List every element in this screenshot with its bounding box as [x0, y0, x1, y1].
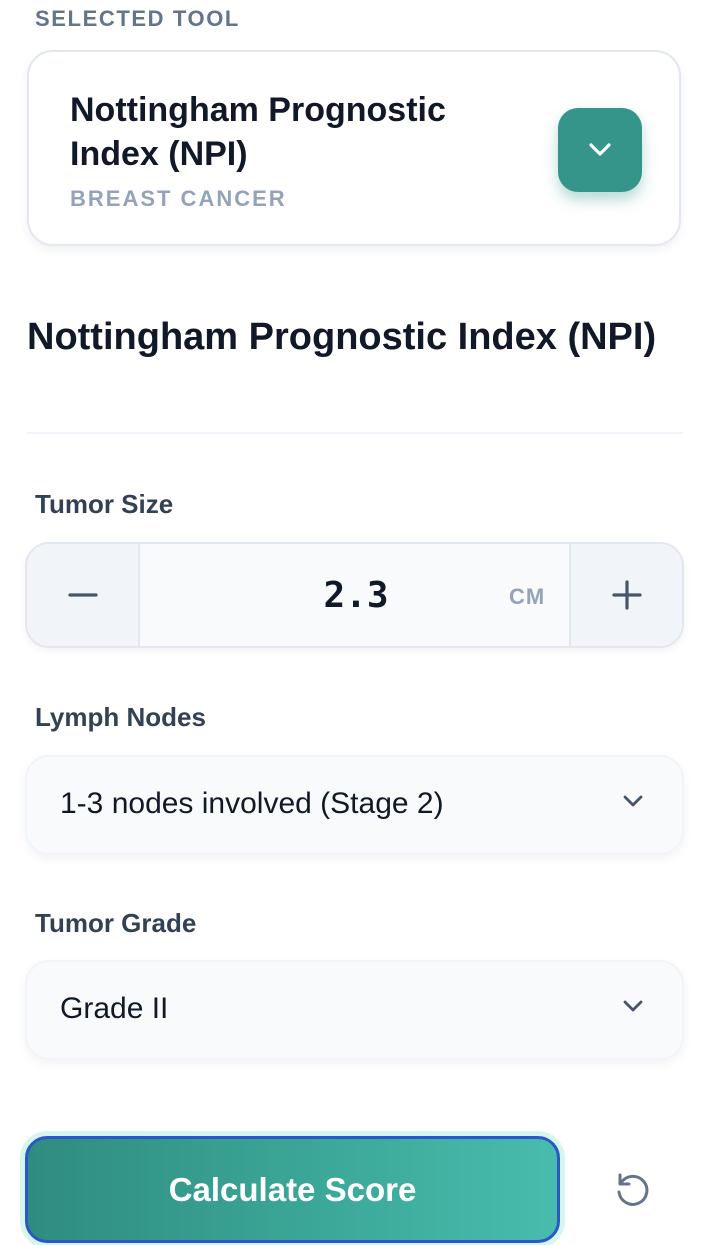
tool-selector-toggle-button[interactable]	[558, 108, 642, 192]
selected-tool-label: SELECTED TOOL	[35, 6, 240, 31]
minus-icon	[67, 593, 98, 597]
chevron-down-icon	[623, 1000, 643, 1012]
selected-tool-card[interactable]: Nottingham Prognostic Index (NPI) BREAST…	[27, 50, 681, 246]
chevron-down-icon	[589, 143, 611, 156]
calculate-score-button[interactable]: Calculate Score	[25, 1136, 560, 1243]
tumor-size-stepper: 2.3 CM	[25, 542, 684, 648]
tumor-size-unit: CM	[509, 584, 546, 609]
tumor-size-input[interactable]: 2.3	[140, 544, 572, 646]
plus-icon	[611, 580, 642, 610]
reset-icon	[617, 1173, 649, 1206]
section-divider	[27, 432, 683, 434]
tumor-size-decrement-button[interactable]	[27, 544, 140, 646]
tumor-grade-selected-value: Grade II	[60, 992, 169, 1025]
lymph-nodes-selected-value: 1-3 nodes involved (Stage 2)	[60, 787, 444, 820]
reset-button[interactable]	[606, 1164, 658, 1216]
lymph-nodes-select[interactable]: 1-3 nodes involved (Stage 2)	[25, 755, 684, 855]
selected-tool-title: Nottingham Prognostic Index (NPI)	[70, 91, 446, 173]
selected-tool-category: BREAST CANCER	[70, 186, 287, 211]
lymph-nodes-label: Lymph Nodes	[35, 702, 206, 732]
chevron-down-icon	[623, 795, 643, 807]
tumor-grade-select[interactable]: Grade II	[25, 960, 684, 1060]
tumor-size-increment-button[interactable]	[569, 544, 682, 646]
tumor-size-label: Tumor Size	[35, 489, 174, 519]
tumor-grade-label: Tumor Grade	[35, 908, 197, 938]
calculator-title: Nottingham Prognostic Index (NPI)	[27, 316, 657, 358]
